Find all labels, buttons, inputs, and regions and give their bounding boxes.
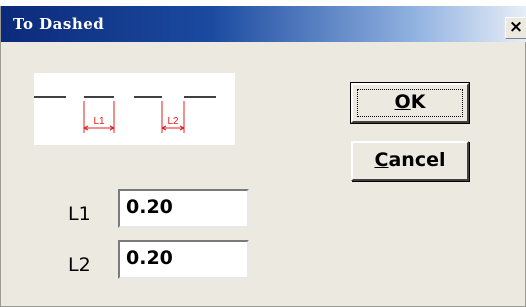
cancel-accelerator: C [374, 149, 389, 171]
l2-label: L2 [68, 254, 91, 276]
l1-label: L1 [68, 203, 91, 225]
ok-label: K [410, 91, 426, 113]
title-bar[interactable]: To Dashed × [1, 6, 526, 42]
l1-dimension-label: L1 [93, 116, 105, 127]
window-title: To Dashed [13, 15, 105, 33]
l2-dimension-label: L2 [167, 116, 179, 127]
to-dashed-dialog: To Dashed × L1 L2 OK Cancel L1 0.20 L2 0… [0, 6, 526, 307]
close-button[interactable]: × [505, 17, 526, 39]
l2-input[interactable]: 0.20 [118, 240, 249, 279]
dash-preview-diagram: L1 L2 [34, 96, 216, 133]
close-icon: × [508, 17, 524, 37]
cancel-label: ancel [388, 149, 446, 171]
dash-preview: L1 L2 [34, 73, 235, 145]
cancel-button[interactable]: Cancel [351, 141, 469, 181]
ok-button[interactable]: OK [350, 82, 470, 124]
ok-accelerator: O [394, 91, 411, 113]
l1-input[interactable]: 0.20 [118, 189, 249, 228]
